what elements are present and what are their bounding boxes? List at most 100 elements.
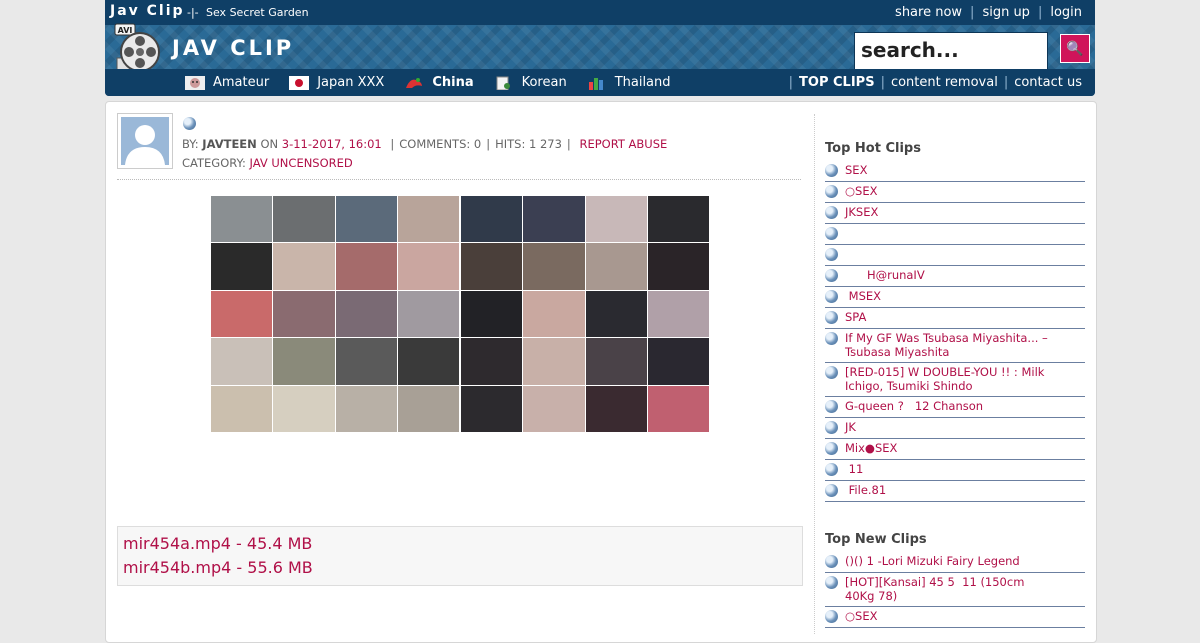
title-separator: -|- (187, 6, 199, 19)
report-abuse-link[interactable]: REPORT ABUSE (579, 137, 667, 151)
sidebar-clip-item[interactable]: JK (825, 418, 1085, 439)
top-clips-link[interactable]: TOP CLIPS (799, 75, 875, 90)
globe-icon (825, 442, 838, 455)
thumbnail-frame (647, 196, 709, 243)
share-now-link[interactable]: share now (895, 5, 962, 20)
thumbnail-frame (461, 243, 523, 290)
sidebar-clip-link[interactable]: If My GF Was Tsubasa Miyashita... – Tsub… (845, 331, 1055, 359)
thumbnail-frame (211, 385, 273, 432)
avatar[interactable] (117, 113, 173, 169)
amateur-icon (185, 75, 205, 90)
thumbnail-frame (461, 338, 523, 385)
thumbnail-frame (397, 243, 459, 290)
thailand-icon (587, 76, 607, 90)
globe-icon (825, 463, 838, 476)
sidebar-clip-item[interactable]: Mix●SEX (825, 439, 1085, 460)
sidebar-clip-item[interactable]: ()() 1 -Lori Mizuki Fairy Legend (825, 552, 1085, 573)
sidebar-clip-item[interactable]: [HOT][Kansai] 45 5 11 (150cm 40Kg 78) (825, 573, 1085, 607)
sheet-header-left (211, 180, 460, 196)
sidebar-clip-link[interactable]: [HOT][Kansai] 45 5 11 (150cm 40Kg 78) (845, 575, 1055, 603)
login-link[interactable]: login (1050, 5, 1082, 20)
sheet-header-right (461, 180, 710, 196)
sidebar: Top Hot Clips SEX ○SEX JKSEX H@runaIV MSEX… (814, 114, 1087, 634)
page-wrapper: Jav Clip -|- Sex Secret Garden share now… (105, 0, 1097, 643)
hits-count: HITS: 1 273 (495, 137, 562, 151)
top-links: share now | sign up | login (895, 5, 1082, 20)
nav-korean[interactable]: Korean (494, 75, 567, 90)
post-date[interactable]: 3-11-2017, 16:01 (282, 137, 382, 151)
thumb-grid-left (211, 196, 459, 432)
nav-japan-xxx[interactable]: Japan XXX (289, 75, 384, 90)
globe-icon (825, 164, 838, 177)
thumbnail-frame (523, 196, 585, 243)
sidebar-clip-link[interactable]: ○SEX (845, 609, 1055, 623)
site-title[interactable]: Jav Clip (110, 3, 185, 19)
author-name[interactable]: JAVTEEN (202, 137, 256, 151)
thumbnail-frame (397, 290, 459, 338)
japan-flag-icon (289, 75, 310, 90)
sidebar-clip-item[interactable]: File.81 (825, 481, 1085, 502)
site-tagline: Sex Secret Garden (206, 6, 309, 19)
globe-icon (825, 185, 838, 198)
sidebar-clip-link[interactable]: Mix●SEX (845, 441, 1055, 455)
sidebar-clip-link[interactable]: ()() 1 -Lori Mizuki Fairy Legend (845, 554, 1055, 568)
sidebar-clip-link[interactable]: MSEX (845, 289, 1055, 303)
sidebar-clip-item[interactable]: If My GF Was Tsubasa Miyashita... – Tsub… (825, 329, 1085, 363)
category-link[interactable]: JAV UNCENSORED (250, 156, 353, 170)
category-nav: Amateur Japan XXX China Korean Thailand (105, 69, 1095, 96)
contact-us-link[interactable]: contact us (1014, 75, 1082, 90)
thumbnail-frame (647, 338, 709, 385)
thumbnail-sheet-image[interactable] (211, 180, 709, 432)
thumbnail-frame (273, 243, 335, 290)
sidebar-clip-item[interactable]: [RED-015] W DOUBLE-YOU !! : Milk Ichigo,… (825, 363, 1085, 397)
globe-icon (825, 421, 838, 434)
globe-icon (825, 555, 838, 568)
sidebar-clip-item[interactable]: SPA (825, 308, 1085, 329)
sidebar-clip-link[interactable]: 11 (845, 462, 1055, 476)
main-panel: BY: JAVTEEN ON 3-11-2017, 16:01 | COMMENT… (105, 101, 1097, 643)
search-input[interactable] (855, 33, 1047, 67)
thumbnail-frame (647, 243, 709, 290)
sidebar-clip-item[interactable]: JKSEX (825, 203, 1085, 224)
sidebar-clip-item[interactable]: G-queen ? 12 Chanson (825, 397, 1085, 418)
sidebar-clip-item[interactable]: 11 (825, 460, 1085, 481)
thumbnail-frame (273, 290, 335, 338)
sidebar-clip-link[interactable]: ○SEX (845, 184, 1055, 198)
comments-count: COMMENTS: 0 (399, 137, 482, 151)
sidebar-clip-item[interactable]: MSEX (825, 287, 1085, 308)
file-link[interactable]: mir454b.mp4 - 55.6 MB (123, 556, 802, 580)
sidebar-clip-item[interactable] (825, 224, 1085, 245)
sign-up-link[interactable]: sign up (982, 5, 1030, 20)
thumbnail-frame (397, 385, 459, 432)
sidebar-clip-link[interactable]: SPA (845, 310, 1055, 324)
logo-text[interactable]: JAV CLIP (172, 36, 294, 60)
sidebar-clip-item[interactable]: H@runaIV (825, 266, 1085, 287)
sidebar-clip-link[interactable]: JKSEX (845, 205, 1055, 219)
sidebar-clip-item[interactable] (825, 245, 1085, 266)
sidebar-clip-link[interactable]: SEX (845, 163, 1055, 177)
download-files: mir454a.mp4 - 45.4 MB mir454b.mp4 - 55.6… (117, 526, 803, 586)
sidebar-clip-link[interactable]: JK (845, 420, 1055, 434)
file-link[interactable]: mir454a.mp4 - 45.4 MB (123, 532, 802, 556)
sidebar-clip-link[interactable]: [RED-015] W DOUBLE-YOU !! : Milk Ichigo,… (845, 365, 1055, 393)
top-new-clips-list: ()() 1 -Lori Mizuki Fairy Legend [HOT][Ka… (825, 552, 1085, 628)
nav-thailand[interactable]: Thailand (587, 75, 671, 90)
thumbnail-frame (461, 290, 523, 338)
sidebar-clip-link[interactable]: G-queen ? 12 Chanson (845, 399, 1055, 413)
sidebar-clip-item[interactable]: ○SEX (825, 607, 1085, 628)
content-removal-link[interactable]: content removal (891, 75, 998, 90)
sidebar-clip-link[interactable]: H@runaIV (845, 268, 1055, 282)
sidebar-clip-item[interactable]: SEX (825, 161, 1085, 182)
nav-china[interactable]: China (404, 75, 474, 90)
top-bar: Jav Clip -|- Sex Secret Garden share now… (105, 0, 1095, 25)
nav-china-label: China (432, 75, 474, 90)
sidebar-clip-item[interactable]: ○SEX (825, 182, 1085, 203)
nav-amateur[interactable]: Amateur (185, 75, 269, 90)
thumbnail-frame (335, 243, 397, 290)
sidebar-clip-link[interactable]: File.81 (845, 483, 1055, 497)
search-button[interactable]: 🔍 (1060, 34, 1090, 63)
korean-icon (494, 76, 514, 90)
post-meta: BY: JAVTEEN ON 3-11-2017, 16:01 | COMMENT… (182, 137, 668, 151)
nav-right-links: | TOP CLIPS | content removal | contact us (788, 75, 1082, 90)
category-label: CATEGORY: (182, 156, 246, 170)
